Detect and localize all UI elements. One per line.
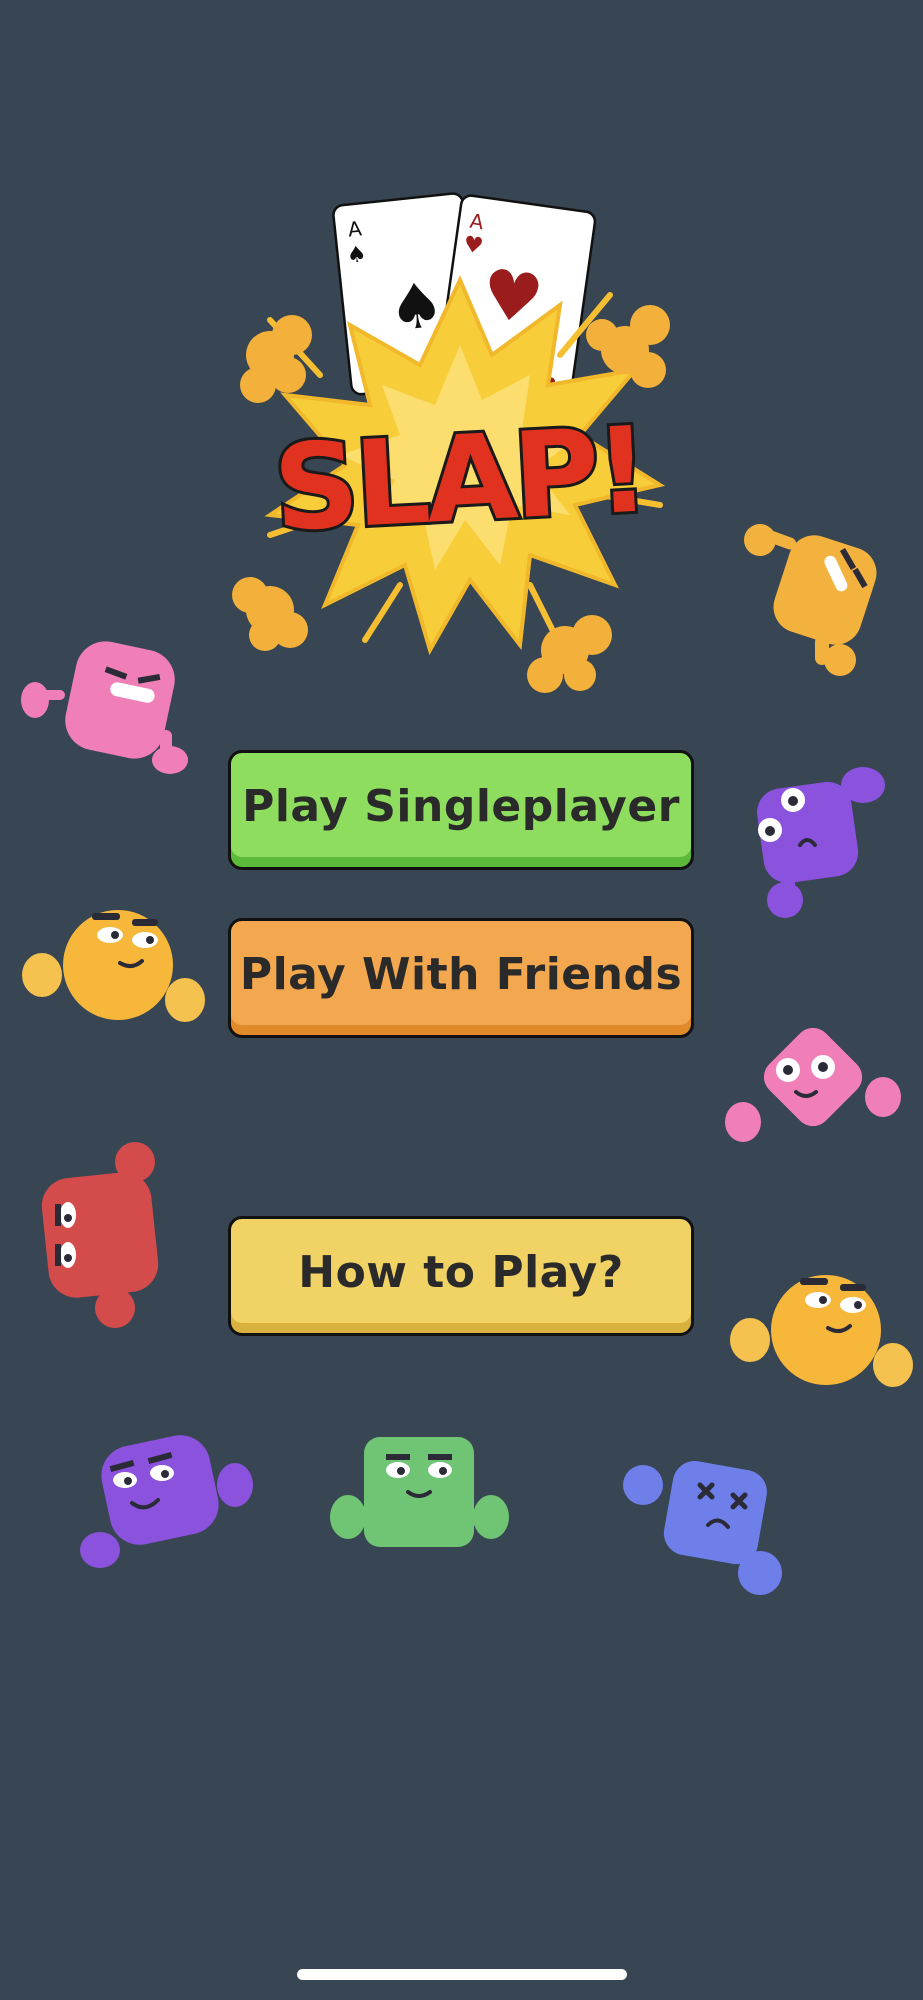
slap-title: SLAP! bbox=[270, 400, 649, 557]
how-to-play-label: How to Play? bbox=[298, 1246, 624, 1298]
yellow-blob-top-right-icon bbox=[744, 524, 877, 676]
play-with-friends-label: Play With Friends bbox=[239, 948, 683, 1000]
pink-angry-blob-icon bbox=[21, 641, 188, 774]
svg-text:♠: ♠ bbox=[346, 242, 368, 269]
pink-diamond-blob-icon bbox=[725, 1027, 901, 1142]
card-rank-spade: A bbox=[347, 216, 363, 241]
home-indicator[interactable] bbox=[297, 1969, 627, 1980]
yellow-smug-ball-left-icon bbox=[22, 910, 205, 1022]
svg-text:♥: ♥ bbox=[462, 232, 485, 260]
play-with-friends-button[interactable]: Play With Friends bbox=[228, 918, 694, 1038]
play-singleplayer-label: Play Singleplayer bbox=[242, 780, 680, 832]
purple-happy-blob-icon bbox=[80, 1435, 253, 1568]
play-singleplayer-button[interactable]: Play Singleplayer bbox=[228, 750, 694, 870]
slap-logo: A ♠ ♠ A ♥ ♥ ♥ SLAP! bbox=[232, 192, 670, 693]
blue-dizzy-blob-icon bbox=[623, 1461, 782, 1595]
how-to-play-button[interactable]: How to Play? bbox=[228, 1216, 694, 1336]
red-blob-left-icon bbox=[41, 1142, 159, 1328]
green-square-blob-icon bbox=[330, 1437, 509, 1547]
yellow-smug-ball-right-icon bbox=[730, 1275, 913, 1387]
purple-worried-blob-icon bbox=[757, 767, 885, 918]
